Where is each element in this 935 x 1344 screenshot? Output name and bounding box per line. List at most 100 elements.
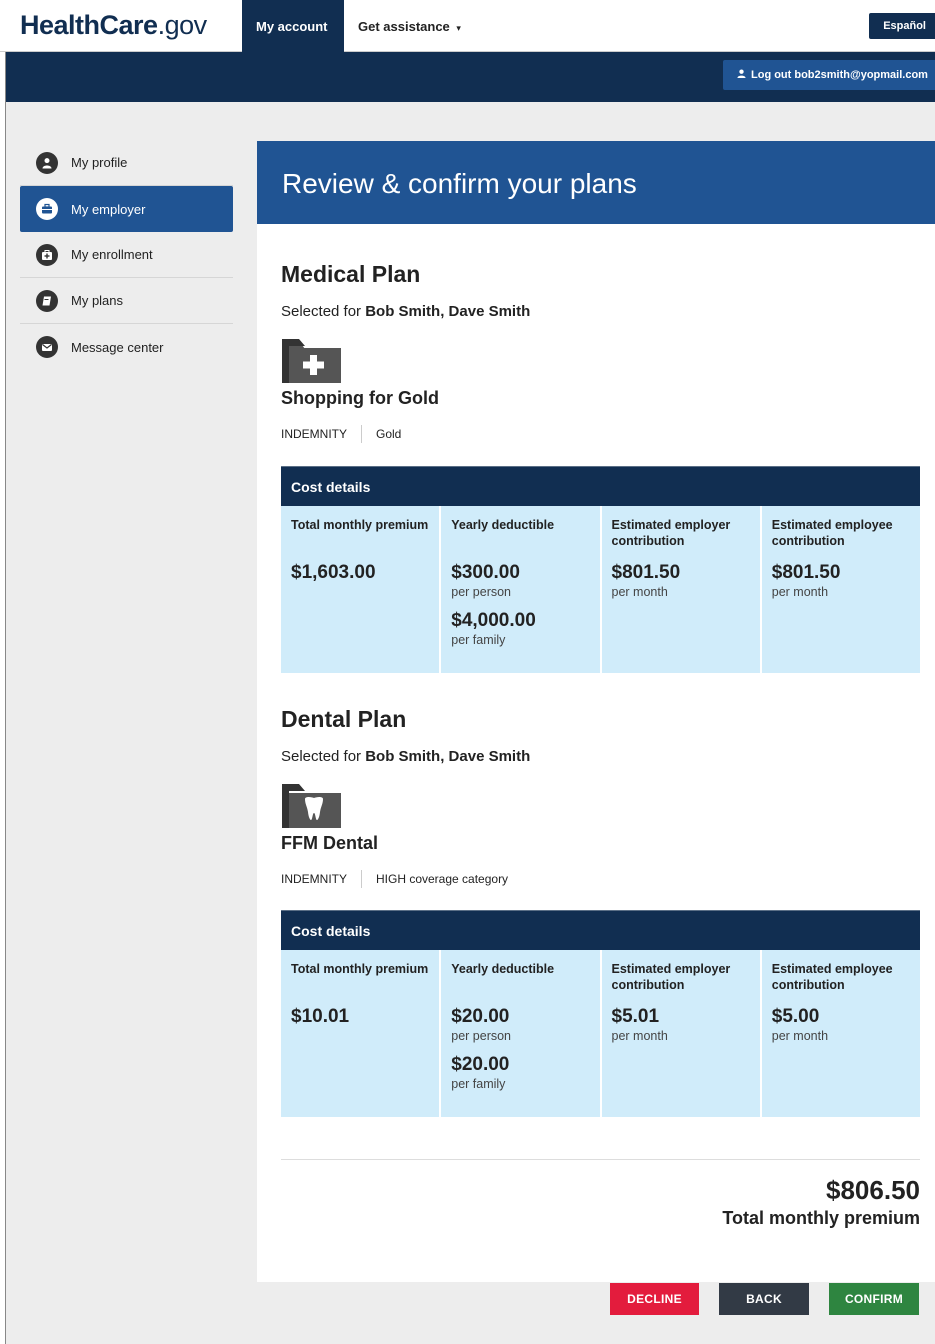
decline-button[interactable]: DECLINE <box>610 1283 699 1315</box>
employer-unit: per month <box>611 1029 668 1043</box>
employee-value: $5.00 <box>771 1006 820 1027</box>
confirm-button[interactable]: CONFIRM <box>829 1283 919 1315</box>
col-label: Estimated employer contribution <box>611 962 731 992</box>
top-navigation: HealthCare.gov My account Get assistance… <box>0 0 935 52</box>
dental-folder-icon <box>281 782 343 828</box>
page-title: Review & confirm your plans <box>257 141 935 224</box>
cost-details-heading: Cost details <box>281 910 920 950</box>
nav-my-account-label: My account <box>256 19 328 34</box>
premium-value: $1,603.00 <box>291 562 376 583</box>
nav-get-assistance[interactable]: Get assistance ▾ <box>344 0 475 52</box>
medical-plan-name: Shopping for Gold <box>281 388 439 408</box>
person-icon <box>36 151 58 174</box>
review-card: Review & confirm your plans Medical Plan… <box>257 141 935 1282</box>
dental-selected-for: Selected for Bob Smith, Dave Smith <box>281 748 530 765</box>
cost-col-employer: Estimated employer contribution $5.01 pe… <box>602 950 762 1117</box>
col-label: Total monthly premium <box>291 962 429 976</box>
sidebar-item-label: Message center <box>71 339 164 355</box>
language-button[interactable]: Español <box>869 13 935 39</box>
employer-unit: per month <box>611 585 668 599</box>
plan-type: INDEMNITY <box>281 872 347 886</box>
sidebar-item-label: My employer <box>71 201 146 217</box>
window-edge <box>0 52 6 1344</box>
logout-label: Log out bob2smith@yopmail.com <box>751 69 928 81</box>
deductible-person-unit: per person <box>451 1029 512 1043</box>
employer-value: $5.01 <box>611 1006 660 1027</box>
deductible-family-unit: per family <box>451 633 506 647</box>
plan-type: INDEMNITY <box>281 427 347 441</box>
sidebar-item-label: My plans <box>71 293 124 308</box>
total-divider <box>281 1159 920 1160</box>
back-button[interactable]: BACK <box>719 1283 809 1315</box>
cost-col-premium: Total monthly premium $1,603.00 <box>281 506 442 673</box>
medical-kit-icon <box>36 243 58 266</box>
medical-cost-details: Cost details Total monthly premium $1,60… <box>281 466 920 673</box>
employee-unit: per month <box>771 1029 829 1043</box>
nav-my-account[interactable]: My account <box>242 0 344 52</box>
deductible-family-value: $4,000.00 <box>451 610 536 631</box>
employer-value: $801.50 <box>611 562 681 583</box>
meta-divider <box>361 870 362 888</box>
cost-columns: Total monthly premium $10.01 Yearly dedu… <box>281 950 920 1117</box>
nav-get-assistance-label: Get assistance <box>358 19 450 34</box>
cost-details-heading: Cost details <box>281 466 920 506</box>
deductible-person-unit: per person <box>451 585 512 599</box>
dental-plan-name: FFM Dental <box>281 833 378 853</box>
sidebar-item-my-plans[interactable]: My plans <box>20 278 233 324</box>
col-label: Yearly deductible <box>451 962 555 976</box>
total-label: Total monthly premium <box>722 1208 920 1228</box>
sidebar-item-label: My profile <box>71 155 128 170</box>
logo-health: Health <box>20 10 100 40</box>
deductible-person-value: $300.00 <box>451 562 520 583</box>
briefcase-icon <box>36 198 58 220</box>
sidebar-item-my-employer[interactable]: My employer <box>20 186 233 232</box>
medical-plan-heading: Medical Plan <box>281 261 421 287</box>
plan-level: HIGH coverage category <box>376 872 509 886</box>
selected-names: Bob Smith, Dave Smith <box>365 303 531 320</box>
sidebar-item-my-profile[interactable]: My profile <box>20 140 233 186</box>
deductible-family-unit: per family <box>451 1077 506 1091</box>
cost-columns: Total monthly premium $1,603.00 Yearly d… <box>281 506 920 673</box>
deductible-person-value: $20.00 <box>451 1006 510 1027</box>
cost-col-employer: Estimated employer contribution $801.50 … <box>602 506 762 673</box>
account-bar: Log out bob2smith@yopmail.com <box>6 52 935 102</box>
meta-divider <box>361 425 362 443</box>
cost-col-employee: Estimated employee contribution $5.00 pe… <box>762 950 920 1117</box>
employee-value: $801.50 <box>771 562 841 583</box>
selected-names: Bob Smith, Dave Smith <box>365 748 531 765</box>
deductible-family-value: $20.00 <box>451 1054 510 1075</box>
logo-care: Care <box>99 10 159 40</box>
dental-cost-details: Cost details Total monthly premium $10.0… <box>281 910 920 1117</box>
col-label: Estimated employee contribution <box>771 518 893 548</box>
dental-plan-meta: INDEMNITY HIGH coverage category <box>281 870 508 888</box>
medical-selected-for: Selected for Bob Smith, Dave Smith <box>281 303 530 320</box>
premium-value: $10.01 <box>291 1006 350 1027</box>
col-label: Yearly deductible <box>451 518 555 532</box>
col-label: Total monthly premium <box>291 518 429 532</box>
sidebar-item-my-enrollment[interactable]: My enrollment <box>20 232 233 278</box>
selected-prefix: Selected for <box>281 303 362 320</box>
cost-col-deductible: Yearly deductible $300.00 per person $4,… <box>441 506 602 673</box>
person-icon <box>737 60 746 90</box>
dental-plan-heading: Dental Plan <box>281 706 407 732</box>
plan-level: Gold <box>376 427 402 441</box>
cost-col-employee: Estimated employee contribution $801.50 … <box>762 506 920 673</box>
employee-unit: per month <box>771 585 829 599</box>
sidebar-item-label: My enrollment <box>71 247 153 262</box>
col-label: Estimated employer contribution <box>611 518 731 548</box>
total-amount: $806.50 <box>826 1175 920 1205</box>
sidebar-item-message-center[interactable]: Message center <box>20 324 233 370</box>
logo-gov: .gov <box>157 10 208 40</box>
book-icon <box>36 289 58 312</box>
cost-col-premium: Total monthly premium $10.01 <box>281 950 442 1117</box>
selected-prefix: Selected for <box>281 748 362 765</box>
medical-folder-icon <box>281 337 343 383</box>
cost-col-deductible: Yearly deductible $20.00 per person $20.… <box>441 950 602 1117</box>
envelope-icon <box>36 336 58 358</box>
logout-button[interactable]: Log out bob2smith@yopmail.com <box>723 60 935 90</box>
healthcare-logo[interactable]: HealthCare.gov <box>20 10 207 41</box>
medical-plan-meta: INDEMNITY Gold <box>281 425 401 443</box>
caret-down-icon: ▾ <box>456 23 461 33</box>
col-label: Estimated employee contribution <box>771 962 893 992</box>
sidebar: My profile My employer My enrollment My … <box>20 140 233 370</box>
